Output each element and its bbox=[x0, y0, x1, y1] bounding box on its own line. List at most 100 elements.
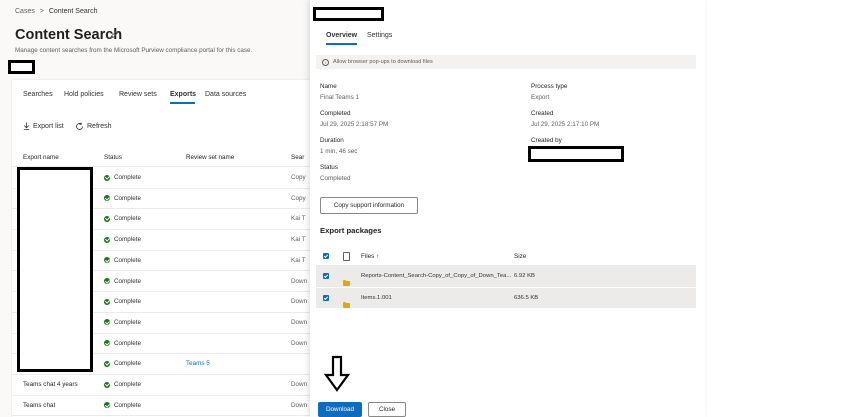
search-cell: Copy bbox=[291, 194, 306, 202]
page-subtitle: Manage content searches from the Microso… bbox=[15, 47, 253, 54]
row-checkbox[interactable] bbox=[323, 295, 329, 301]
search-cell: Down bbox=[291, 298, 308, 306]
check-circle-icon bbox=[104, 278, 110, 284]
export-name-cell[interactable]: Teams chat bbox=[23, 402, 55, 409]
tab-hold-policies[interactable]: Hold policies bbox=[64, 91, 104, 98]
review-set-cell[interactable]: Teams 5 bbox=[186, 360, 210, 367]
duration-value: 1 min, 46 sec bbox=[320, 148, 358, 155]
breadcrumb: Cases > Content Search bbox=[15, 8, 98, 15]
process-type-value: Export bbox=[531, 94, 550, 101]
table-row[interactable]: Teams chat Complete Down bbox=[12, 396, 310, 417]
refresh-button[interactable]: Refresh bbox=[75, 122, 112, 131]
copy-support-info-button[interactable]: Copy support information bbox=[320, 197, 418, 214]
redaction-box bbox=[528, 146, 624, 162]
edit-pencil-icon[interactable] bbox=[109, 30, 119, 40]
folder-icon bbox=[343, 301, 350, 308]
export-name-cell[interactable]: Teams chat 4 years bbox=[23, 381, 78, 388]
status-label: Status bbox=[320, 164, 338, 171]
folder-icon bbox=[343, 279, 350, 286]
name-label: Name bbox=[320, 83, 337, 90]
status-text: Complete bbox=[114, 215, 141, 223]
info-icon: i bbox=[322, 58, 329, 66]
breadcrumb-cases[interactable]: Cases bbox=[15, 8, 35, 15]
status-text: Complete bbox=[114, 194, 141, 202]
search-cell: Down bbox=[291, 401, 308, 409]
column-files[interactable]: Files ↑ bbox=[361, 253, 379, 260]
status-cell: Complete bbox=[104, 195, 141, 202]
search-cell: Down bbox=[291, 339, 308, 347]
column-export-name[interactable]: Export name bbox=[23, 154, 59, 161]
refresh-label: Refresh bbox=[87, 123, 112, 130]
popup-notice: i Allow browser pop-ups to download file… bbox=[316, 55, 696, 69]
status-text: Complete bbox=[114, 401, 141, 409]
created-label: Created bbox=[531, 110, 554, 117]
tab-settings[interactable]: Settings bbox=[367, 32, 392, 39]
status-cell: Complete bbox=[104, 236, 141, 243]
tab-exports[interactable]: Exports bbox=[170, 91, 196, 98]
download-button[interactable]: Download bbox=[318, 402, 362, 417]
package-row[interactable]: Reports-Content_Search-Copy_of_Copy_of_D… bbox=[316, 266, 696, 287]
export-list-button[interactable]: Export list bbox=[23, 122, 64, 130]
check-circle-icon bbox=[104, 298, 110, 305]
status-cell: Complete bbox=[104, 340, 141, 347]
search-cell: Kai T bbox=[291, 215, 306, 223]
export-list-label: Export list bbox=[33, 122, 64, 130]
column-search[interactable]: Sear bbox=[291, 154, 304, 161]
refresh-icon bbox=[76, 122, 83, 130]
search-cell: Down bbox=[291, 318, 308, 326]
tab-overview[interactable]: Overview bbox=[326, 32, 357, 39]
status-text: Complete bbox=[114, 236, 141, 244]
check-circle-icon bbox=[104, 257, 110, 264]
check-circle-icon bbox=[104, 319, 110, 326]
export-details-panel: Overview Settings i Allow browser pop-up… bbox=[310, 0, 705, 417]
check-circle-icon bbox=[104, 360, 110, 367]
completed-value: Jul 29, 2025 2:18:57 PM bbox=[320, 121, 389, 128]
select-all-checkbox[interactable] bbox=[323, 253, 329, 259]
column-status[interactable]: Status bbox=[104, 154, 122, 161]
status-text: Complete bbox=[114, 318, 141, 326]
tab-review-sets[interactable]: Review sets bbox=[119, 91, 157, 98]
status-cell: Complete bbox=[104, 319, 141, 326]
active-tab-indicator bbox=[326, 43, 357, 45]
process-type-label: Process type bbox=[531, 83, 568, 90]
status-cell: Complete bbox=[104, 215, 141, 222]
completed-label: Completed bbox=[320, 110, 351, 117]
check-circle-icon bbox=[104, 381, 110, 388]
status-cell: Complete bbox=[104, 381, 141, 388]
check-circle-icon bbox=[104, 195, 110, 202]
package-size: 6.92 KB bbox=[514, 273, 535, 279]
notice-text: Allow browser pop-ups to download files bbox=[333, 59, 433, 65]
redaction-box bbox=[17, 167, 93, 372]
tab-searches[interactable]: Searches bbox=[23, 91, 53, 98]
name-value: Final Teams 1 bbox=[320, 94, 360, 101]
search-cell: Kai T bbox=[291, 256, 306, 264]
package-row[interactable]: Items.1.001 636.5 KB bbox=[316, 288, 696, 308]
content-search-page: Cases > Content Search Content Search Ma… bbox=[0, 0, 310, 417]
created-by-label: Created by bbox=[531, 137, 562, 144]
status-text: Complete bbox=[114, 174, 141, 181]
search-cell: Down bbox=[291, 381, 308, 388]
close-button[interactable]: Close bbox=[368, 402, 406, 417]
status-cell: Complete bbox=[104, 298, 141, 305]
download-icon bbox=[23, 122, 30, 130]
status-cell: Complete bbox=[104, 402, 141, 409]
active-tab-indicator bbox=[170, 102, 195, 104]
tab-data-sources[interactable]: Data sources bbox=[205, 91, 246, 98]
check-circle-icon bbox=[104, 215, 110, 222]
status-cell: Complete bbox=[104, 278, 141, 285]
redaction-box bbox=[8, 60, 35, 74]
status-cell: Complete bbox=[104, 360, 141, 367]
breadcrumb-current: Content Search bbox=[48, 8, 98, 15]
row-checkbox[interactable] bbox=[323, 273, 329, 279]
export-packages-heading: Export packages bbox=[320, 226, 382, 235]
status-text: Complete bbox=[114, 256, 141, 264]
search-cell: Copy bbox=[291, 174, 306, 181]
search-cell: Kai T bbox=[291, 236, 306, 244]
status-text: Complete bbox=[114, 277, 141, 285]
arrow-down-outline-icon bbox=[324, 355, 350, 392]
file-icon bbox=[343, 252, 350, 261]
table-row[interactable]: Teams chat 4 years Complete Down bbox=[12, 375, 310, 396]
column-size[interactable]: Size bbox=[514, 253, 526, 260]
column-review-set-name[interactable]: Review set name bbox=[186, 154, 234, 161]
status-cell: Complete bbox=[104, 257, 141, 264]
